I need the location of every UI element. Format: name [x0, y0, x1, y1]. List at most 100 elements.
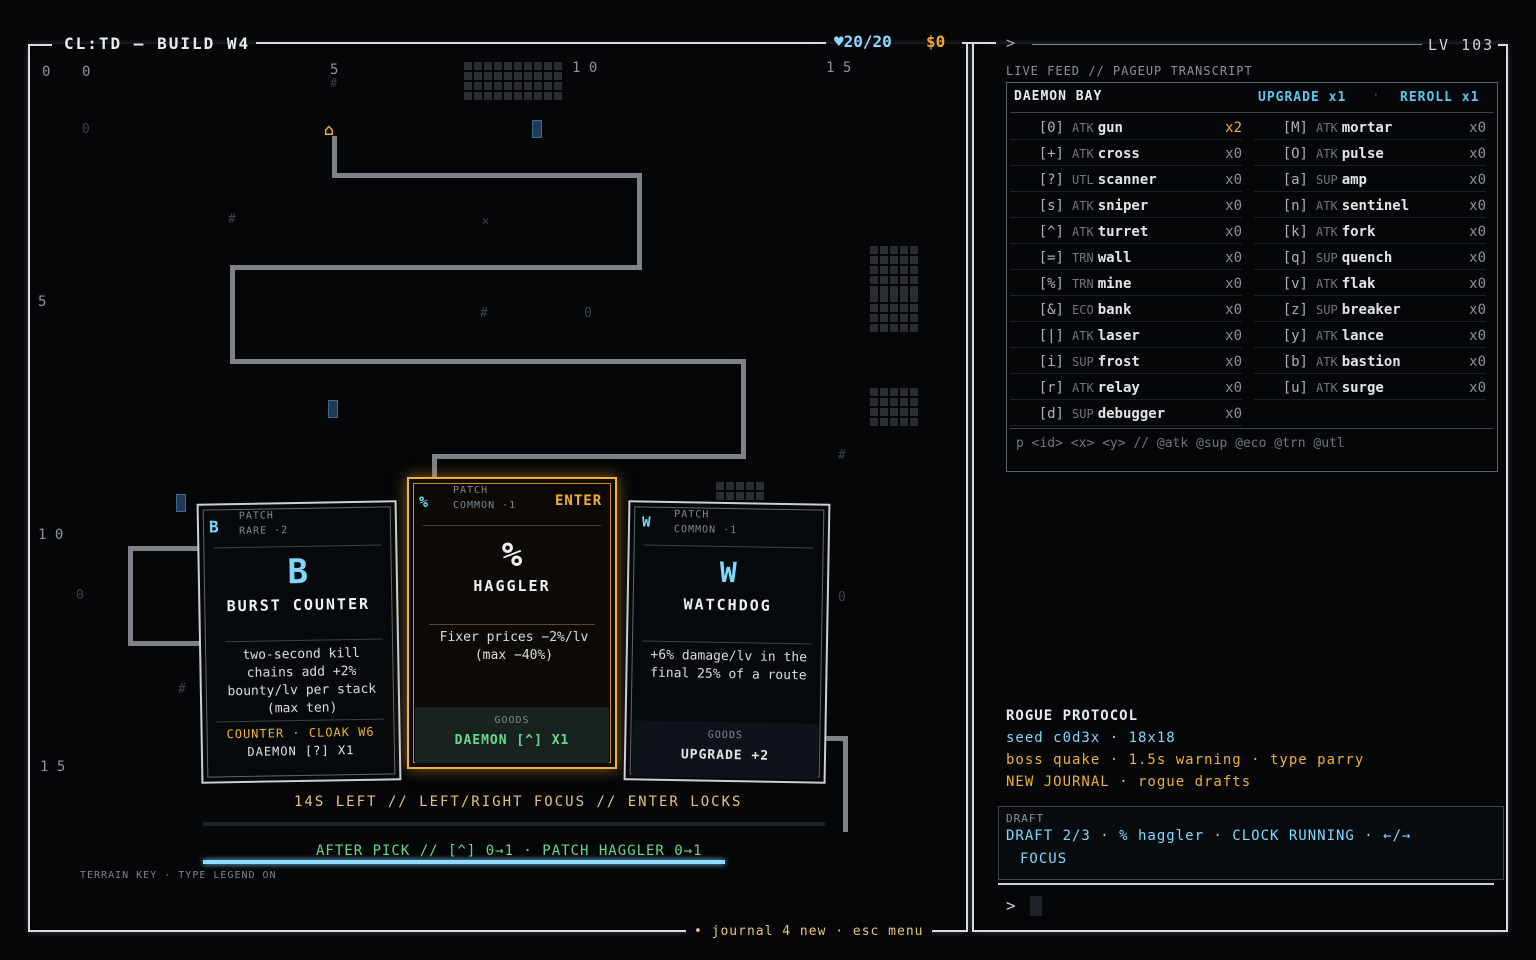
- game-title: CL:TD — BUILD W4: [64, 34, 251, 53]
- daemon-category: ATK: [1072, 198, 1094, 213]
- daemon-name: flak: [1341, 275, 1376, 292]
- card-rarity: RARE ·2: [238, 525, 289, 538]
- col-label-0b: 0: [82, 64, 91, 80]
- daemon-row-fork[interactable]: [k] ATK fork x0: [1254, 220, 1486, 244]
- daemon-key: [a]: [1282, 171, 1308, 188]
- daemon-name: debugger: [1097, 405, 1166, 422]
- daemon-row-cross[interactable]: [+] ATK cross x0: [1010, 142, 1242, 166]
- daemon-row-mortar[interactable]: [M] ATK mortar x0: [1254, 116, 1486, 140]
- draft-label: DRAFT: [1006, 812, 1045, 825]
- bay-divider: [1010, 428, 1494, 429]
- daemon-row-sniper[interactable]: [s] ATK sniper x0: [1010, 194, 1242, 218]
- daemon-row-debugger[interactable]: [d] SUP debugger x0: [1010, 402, 1242, 426]
- route-path: [230, 265, 642, 270]
- daemon-row-breaker[interactable]: [z] SUP breaker x0: [1254, 298, 1486, 322]
- daemon-key: [b]: [1282, 353, 1308, 370]
- daemon-row-frost[interactable]: [i] SUP frost x0: [1010, 350, 1242, 374]
- daemon-marker-icon[interactable]: [328, 400, 338, 418]
- daemon-key: [r]: [1038, 379, 1064, 396]
- daemon-category: ATK: [1072, 146, 1094, 161]
- daemon-row-turret[interactable]: [^] ATK turret x0: [1010, 220, 1242, 244]
- reroll-button[interactable]: REROLL x1: [1400, 90, 1479, 105]
- daemon-key: [k]: [1282, 223, 1308, 240]
- enter-hint: ENTER: [555, 493, 603, 509]
- card-name: WATCHDOG: [683, 595, 772, 615]
- daemon-row-bank[interactable]: [&] ECO bank x0: [1010, 298, 1242, 322]
- daemon-key: [y]: [1282, 327, 1308, 344]
- gold-counter: $0: [926, 32, 946, 51]
- card-corner-glyph-icon: %: [419, 493, 429, 511]
- route-path: [432, 454, 746, 459]
- daemon-row-mine[interactable]: [%] TRN mine x0: [1010, 272, 1242, 296]
- patch-card-haggler[interactable]: % PATCH COMMON ·1 ENTER % HAGGLER Fixer …: [407, 477, 617, 769]
- daemon-marker-icon[interactable]: [176, 494, 186, 512]
- console-input[interactable]: [1030, 896, 1042, 916]
- grid-mark: #: [838, 448, 846, 463]
- daemon-row-amp[interactable]: [a] SUP amp x0: [1254, 168, 1486, 192]
- daemon-row-wall[interactable]: [=] TRN wall x0: [1010, 246, 1242, 270]
- upgrade-button[interactable]: UPGRADE x1: [1258, 90, 1346, 105]
- daemon-name: relay: [1097, 379, 1140, 396]
- wall-block: [870, 294, 918, 332]
- bay-divider: [1010, 112, 1494, 113]
- live-feed-header: LIVE FEED // PAGEUP TRANSCRIPT: [1006, 64, 1253, 78]
- daemon-row-laser[interactable]: [|] ATK laser x0: [1010, 324, 1242, 348]
- daemon-category: ATK: [1072, 224, 1094, 239]
- daemon-key: [z]: [1282, 301, 1308, 318]
- rogue-protocol-title: ROGUE PROTOCOL: [1006, 708, 1139, 724]
- top-border-right: [962, 42, 996, 44]
- card-goods-value: DAEMON [^] X1: [454, 733, 570, 748]
- daemon-count: x0: [1469, 249, 1486, 266]
- patch-card-burst-counter[interactable]: B PATCH RARE ·2 B BURST COUNTER two-seco…: [196, 500, 402, 784]
- col-label-15: 1 5: [826, 60, 852, 76]
- daemon-count: x0: [1225, 249, 1242, 266]
- patch-card-watchdog[interactable]: W PATCH COMMON ·1 W WATCHDOG +6% damage/…: [623, 500, 831, 784]
- daemon-category: UTL: [1072, 172, 1094, 187]
- terrain-key[interactable]: TERRAIN KEY · TYPE LEGEND ON: [80, 870, 277, 881]
- col-label-10: 1 0: [572, 60, 598, 76]
- daemon-count: x0: [1225, 327, 1242, 344]
- daemon-name: cross: [1097, 145, 1140, 162]
- daemon-key: [0]: [1038, 119, 1064, 136]
- daemon-key: [n]: [1282, 197, 1308, 214]
- card-glyph-icon: W: [719, 555, 737, 590]
- daemon-category: SUP: [1072, 354, 1094, 369]
- daemon-category: ATK: [1316, 276, 1338, 291]
- daemon-row-surge[interactable]: [u] ATK surge x0: [1254, 376, 1486, 400]
- daemon-row-pulse[interactable]: [O] ATK pulse x0: [1254, 142, 1486, 166]
- rogue-journal[interactable]: NEW JOURNAL · rogue drafts: [1006, 774, 1251, 790]
- daemon-count: x0: [1225, 379, 1242, 396]
- route-path: [332, 173, 642, 178]
- daemon-row-lance[interactable]: [y] ATK lance x0: [1254, 324, 1486, 348]
- daemon-key: [s]: [1038, 197, 1064, 214]
- daemon-count: x0: [1469, 119, 1486, 136]
- daemon-count: x0: [1225, 145, 1242, 162]
- daemon-row-gun[interactable]: [0] ATK gun x2: [1010, 116, 1242, 140]
- daemon-category: ATK: [1316, 380, 1338, 395]
- daemon-category: ATK: [1072, 328, 1094, 343]
- daemon-name: frost: [1097, 353, 1140, 370]
- daemon-row-sentinel[interactable]: [n] ATK sentinel x0: [1254, 194, 1486, 218]
- daemon-row-flak[interactable]: [v] ATK flak x0: [1254, 272, 1486, 296]
- daemon-name: scanner: [1097, 171, 1157, 188]
- route-path: [128, 546, 133, 646]
- draft-focus: FOCUS: [1020, 851, 1068, 867]
- grid-mark: #: [330, 76, 338, 90]
- daemon-row-bastion[interactable]: [b] ATK bastion x0: [1254, 350, 1486, 374]
- daemon-count: x0: [1469, 197, 1486, 214]
- card-goods-label: GOODS: [494, 715, 530, 726]
- daemon-marker-icon[interactable]: [532, 120, 542, 138]
- wall-block: [464, 62, 512, 100]
- daemon-key: [O]: [1282, 145, 1308, 162]
- grid-mark: 0: [584, 306, 592, 321]
- daemon-name: bastion: [1341, 353, 1401, 370]
- daemon-name: pulse: [1341, 145, 1384, 162]
- daemon-key: [+]: [1038, 145, 1064, 162]
- card-rarity: COMMON ·1: [673, 524, 738, 537]
- daemon-row-scanner[interactable]: [?] UTL scanner x0: [1010, 168, 1242, 192]
- top-border-mid: [256, 42, 826, 44]
- daemon-row-relay[interactable]: [r] ATK relay x0: [1010, 376, 1242, 400]
- journal-footer[interactable]: • journal 4 new · esc menu: [686, 924, 932, 939]
- daemon-count: x0: [1225, 223, 1242, 240]
- daemon-row-quench[interactable]: [q] SUP quench x0: [1254, 246, 1486, 270]
